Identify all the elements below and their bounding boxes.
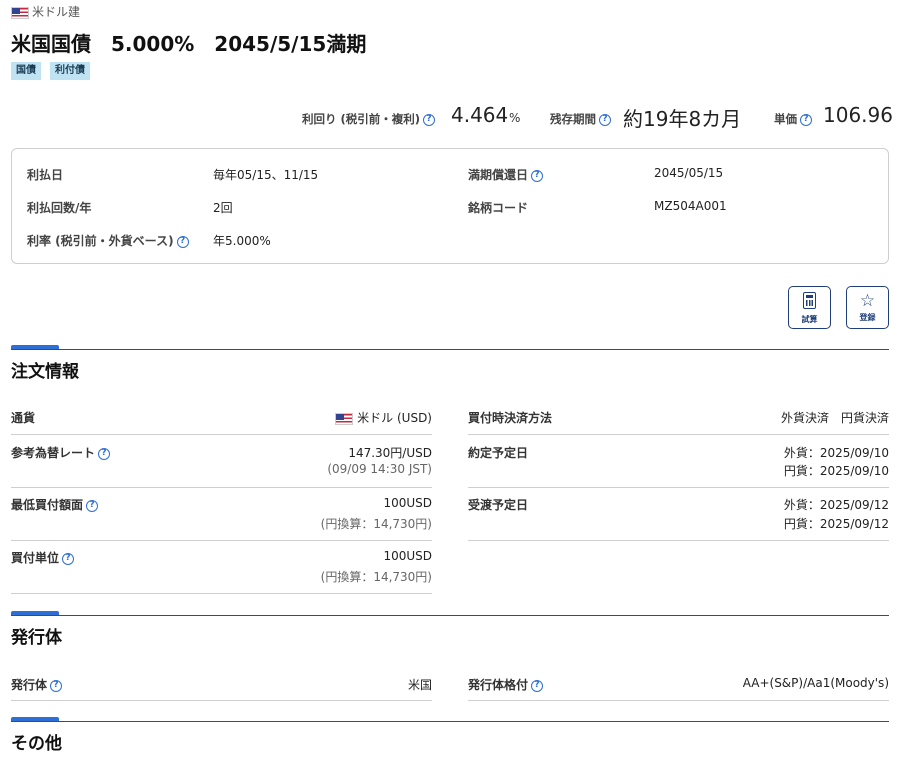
price-value: 106.96 [823, 103, 893, 127]
settlement-method-label: 買付時決済方法 [468, 411, 553, 425]
payment-date-label: 利払日 [27, 168, 64, 182]
help-circle-icon[interactable]: ? [599, 113, 611, 126]
row-divider [11, 593, 432, 594]
section-divider [11, 615, 889, 616]
contract-date-fx: 外貨：2025/09/10 [783, 446, 889, 460]
help-circle-icon[interactable]: ? [531, 169, 544, 182]
help-circle-icon[interactable]: ? [86, 499, 99, 512]
purchase-unit-value: 100USD [383, 549, 432, 563]
payment-count-label: 利払回数/年 [27, 201, 92, 215]
delivery-date-fx: 外貨：2025/09/12 [783, 498, 889, 512]
security-code-label: 銘柄コード [468, 201, 529, 215]
row-divider [11, 434, 432, 435]
currency-type-label: 米ドル建 [11, 3, 80, 20]
row-divider [11, 700, 432, 701]
page-title: 米国国債 5.000% 2045/5/15満期 [11, 32, 367, 56]
help-circle-icon[interactable]: ? [98, 447, 111, 460]
simulate-button[interactable]: 試算 [788, 286, 831, 329]
payment-date-value: 毎年05/15、11/15 [213, 168, 319, 182]
other-section-title: その他 [11, 734, 62, 754]
help-circle-icon[interactable]: ? [423, 113, 436, 126]
calculator-icon [803, 292, 816, 309]
row-divider [11, 487, 432, 488]
help-circle-icon[interactable]: ? [531, 679, 544, 692]
section-divider [11, 721, 889, 722]
yield-value: 4.464 [451, 103, 509, 127]
fx-rate-label: 参考為替レート? [11, 444, 111, 461]
section-divider [11, 349, 889, 350]
security-code-value: MZ504A001 [654, 199, 727, 213]
us-flag-icon [335, 412, 354, 425]
coupon-rate-label: 利率 (税引前・外貨ベース)? [27, 232, 189, 249]
help-circle-icon[interactable]: ? [62, 552, 75, 565]
currency-value: 米ドル (USD) [335, 409, 432, 426]
issuer-section-title: 発行体 [11, 628, 62, 648]
maturity-date-value: 2045/05/15 [654, 166, 724, 180]
remaining-term-label: 残存期間? [550, 111, 611, 127]
fx-rate-timestamp: (09/09 14:30 JST) [327, 462, 432, 476]
purchase-unit-label: 買付単位? [11, 549, 75, 566]
row-divider [11, 540, 432, 541]
us-flag-icon [11, 6, 29, 19]
settlement-method-value: 外貨決済 円貨決済 [780, 411, 889, 425]
contract-date-jpy: 円貨：2025/09/10 [783, 464, 889, 478]
help-circle-icon[interactable]: ? [50, 679, 63, 692]
tag-coupon-bond: 利付債 [50, 62, 90, 80]
currency-type-text: 米ドル建 [32, 5, 81, 19]
star-plus-icon: ☆ [859, 291, 876, 311]
bond-info-box: 利払日 毎年05/15、11/15 利払回数/年 2回 利率 (税引前・外貨ベー… [11, 148, 889, 264]
row-divider [468, 540, 889, 541]
order-section-title: 注文情報 [11, 362, 79, 382]
min-amount-value: 100USD [383, 496, 432, 510]
help-circle-icon[interactable]: ? [800, 113, 812, 126]
delivery-date-jpy: 円貨：2025/09/12 [783, 517, 889, 531]
issuer-rating-value: AA+(S&P)/Aa1(Moody's) [742, 676, 889, 690]
register-label: 登録 [859, 313, 876, 322]
maturity-date-label: 満期償還日? [468, 166, 544, 183]
issuer-rating-label: 発行体格付? [468, 676, 544, 693]
row-divider [468, 434, 889, 435]
fx-rate-value: 147.30円/USD [348, 446, 432, 460]
yield-label: 利回り (税引前・複利)? [302, 111, 436, 127]
delivery-date-label: 受渡予定日 [468, 498, 529, 512]
coupon-rate-value: 年5.000% [213, 234, 271, 248]
register-button[interactable]: ☆ 登録 [846, 286, 889, 329]
tag-government-bond: 国債 [11, 62, 41, 80]
simulate-label: 試算 [801, 315, 818, 324]
issuer-value: 米国 [407, 678, 432, 692]
purchase-unit-yen: (円換算：14,730円) [320, 570, 432, 584]
remaining-term-value: 約19年8カ月 [623, 107, 742, 131]
payment-count-value: 2回 [213, 201, 233, 215]
currency-label: 通貨 [11, 411, 36, 425]
min-amount-yen: (円換算：14,730円) [320, 517, 432, 531]
issuer-label: 発行体? [11, 676, 63, 693]
help-circle-icon[interactable]: ? [176, 235, 189, 248]
contract-date-label: 約定予定日 [468, 446, 529, 460]
row-divider [468, 700, 889, 701]
min-amount-label: 最低買付額面? [11, 496, 99, 513]
row-divider [468, 487, 889, 488]
price-label: 単価? [774, 111, 812, 127]
yield-unit: % [509, 111, 521, 125]
